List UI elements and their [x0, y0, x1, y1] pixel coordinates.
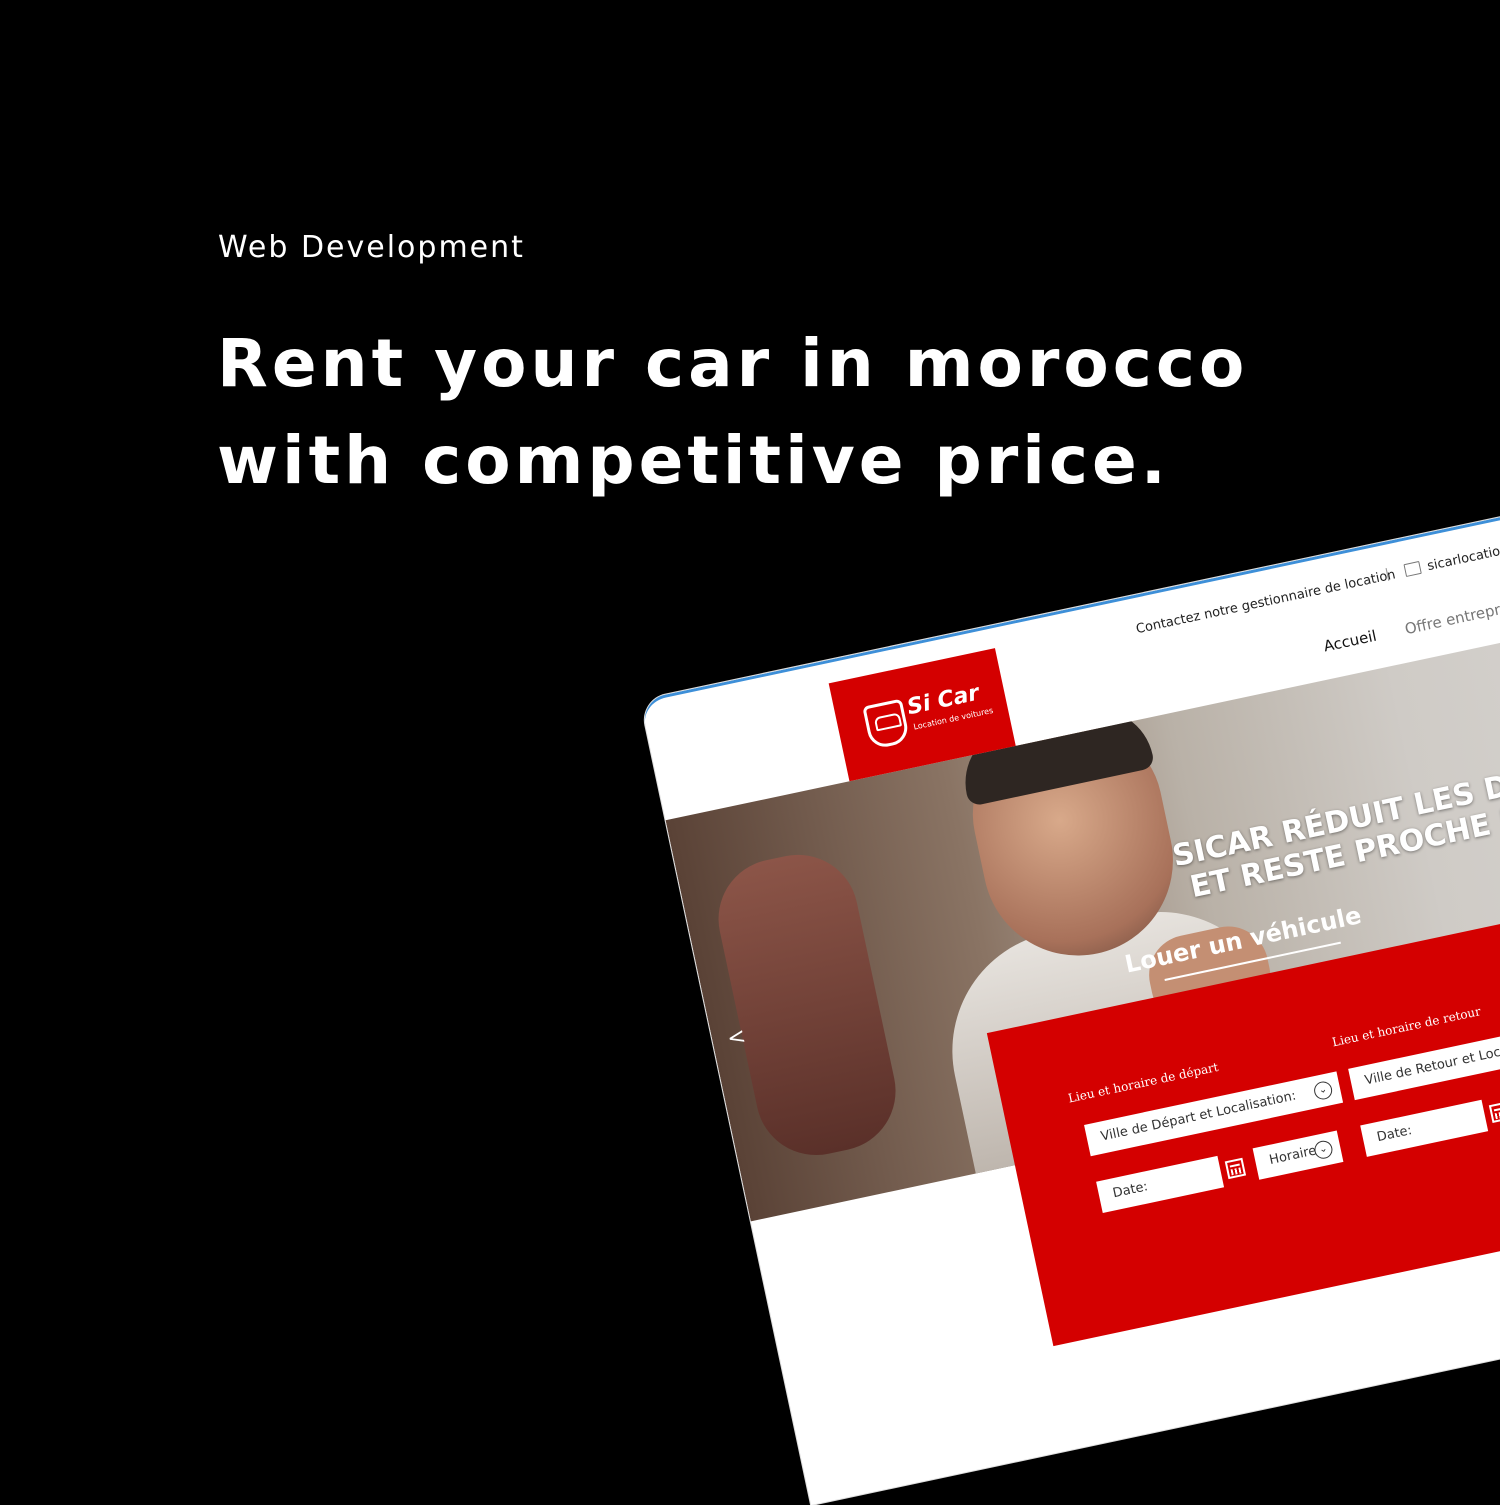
mail-icon: [1403, 560, 1422, 578]
return-date-label: Date:: [1375, 1123, 1414, 1146]
website-mockup: Contactez notre gestionnaire de location…: [640, 462, 1500, 1505]
headline-line-2: with competitive price.: [217, 422, 1170, 499]
nav-item-business-offer[interactable]: Offre entreprise: [1403, 596, 1500, 638]
return-heading: Lieu et horaire de retour: [1330, 1004, 1482, 1050]
car-shield-icon: [862, 698, 911, 750]
chevron-down-icon: ⌄: [1312, 1079, 1334, 1102]
departure-date-label: Date:: [1111, 1179, 1150, 1202]
return-date-input[interactable]: Date:: [1360, 1099, 1489, 1157]
departure-date-input[interactable]: Date:: [1096, 1155, 1225, 1213]
headline: Rent your car in morocco with competitiv…: [217, 315, 1317, 509]
car-seat-image: [707, 843, 907, 1167]
departure-time-select[interactable]: Horaire ⌄: [1252, 1130, 1344, 1180]
calendar-icon[interactable]: [1224, 1157, 1247, 1180]
departure-time-label: Horaire: [1267, 1143, 1318, 1169]
headline-line-1: Rent your car in morocco: [217, 325, 1249, 402]
departure-city-placeholder: Ville de Départ et Localisation:: [1099, 1088, 1298, 1145]
calendar-icon[interactable]: [1488, 1101, 1500, 1123]
category-label: Web Development: [218, 230, 525, 265]
email-link[interactable]: sicarlocatio: [1426, 544, 1500, 574]
departure-heading: Lieu et horaire de départ: [1066, 1059, 1220, 1106]
nav-item-home[interactable]: Accueil: [1322, 627, 1378, 656]
return-city-placeholder: Ville de Retour et Localisation:: [1363, 1032, 1500, 1089]
